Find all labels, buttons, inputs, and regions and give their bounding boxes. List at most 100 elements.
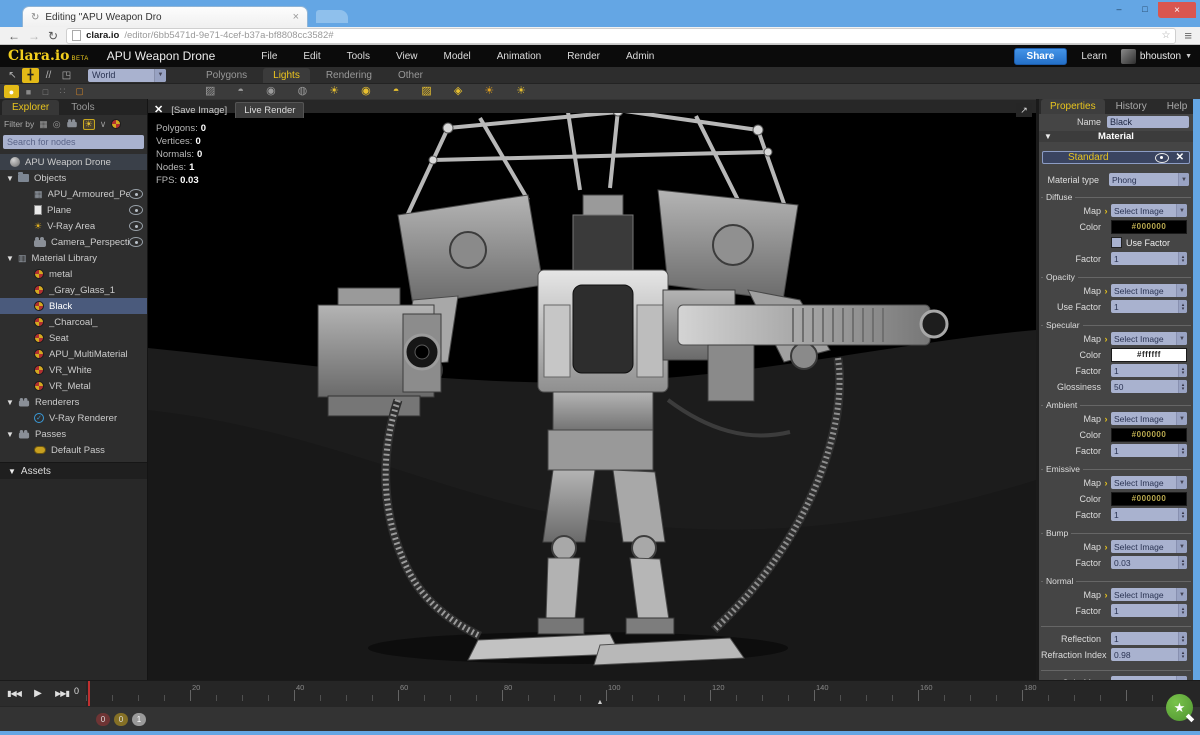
caret-down-icon[interactable]: ▼ xyxy=(6,254,18,263)
tree-item-renderers[interactable]: ▼Renderers xyxy=(0,394,147,410)
number-input-reflection[interactable]: 1▴▾ xyxy=(1111,632,1187,645)
sphere-light-icon[interactable]: ◉ xyxy=(361,86,371,97)
number-input-factor[interactable]: 1▴▾ xyxy=(1111,364,1187,377)
skip-to-end-button[interactable]: ▶▶▮ xyxy=(50,681,74,706)
eye-visibility-icon[interactable] xyxy=(129,205,143,215)
tree-item-vr-metal[interactable]: VR_Metal xyxy=(0,378,147,394)
expand-timeline-icon[interactable]: ▲ xyxy=(597,699,604,706)
select-material-type[interactable]: Phong▼ xyxy=(1109,173,1189,186)
menu-animation[interactable]: Animation xyxy=(497,51,541,62)
menu-file[interactable]: File xyxy=(261,51,277,62)
eye-visibility-icon[interactable] xyxy=(129,237,143,247)
color-swatch-000000[interactable]: #000000 xyxy=(1111,492,1187,506)
directional-light-icon[interactable]: ▨ xyxy=(421,86,431,97)
caret-down-icon[interactable]: ▼ xyxy=(6,398,18,407)
point-light-icon[interactable]: ◉ xyxy=(266,86,276,97)
tree-item-metal[interactable]: metal xyxy=(0,266,147,282)
live-render-tab[interactable]: Live Render xyxy=(235,102,304,118)
vertex-select-mode[interactable]: ∷ xyxy=(55,85,70,98)
tree-item-seat[interactable]: Seat xyxy=(0,330,147,346)
number-input-factor[interactable]: 0.03▴▾ xyxy=(1111,556,1187,569)
spinner-control[interactable]: ▴▾ xyxy=(1178,604,1187,617)
tab-close-icon[interactable]: × xyxy=(293,11,299,23)
color-swatch-ffffff[interactable]: #ffffff xyxy=(1111,348,1187,362)
bookmark-star-icon[interactable]: ☆ xyxy=(1161,30,1170,41)
menu-render[interactable]: Render xyxy=(567,51,600,62)
select-map[interactable]: Select Image▼ xyxy=(1111,284,1187,297)
material-section-header[interactable]: ▼ Material xyxy=(1039,131,1193,142)
tab-explorer[interactable]: Explorer xyxy=(2,100,59,115)
marquee-select-mode[interactable]: ▢ xyxy=(72,85,87,98)
standard-operator-bar[interactable]: Standard ✕ xyxy=(1042,151,1190,164)
spinner-down-icon[interactable]: ▾ xyxy=(1182,515,1185,519)
caret-down-icon[interactable]: ▼ xyxy=(6,174,18,183)
search-input[interactable] xyxy=(3,135,144,149)
filter-spline-icon[interactable]: ∨ xyxy=(100,120,107,129)
caret-down-icon[interactable]: ▼ xyxy=(6,430,18,439)
tree-item-apu-multimaterial[interactable]: APU_MultiMaterial xyxy=(0,346,147,362)
map-expand-arrow-icon[interactable]: › xyxy=(1101,286,1111,296)
tree-item-material-library[interactable]: ▼▥Material Library xyxy=(0,250,147,266)
menu-admin[interactable]: Admin xyxy=(626,51,654,62)
area-light-icon[interactable]: ◈ xyxy=(454,86,462,97)
spinner-down-icon[interactable]: ▾ xyxy=(1182,611,1185,615)
checkbox-use-factor[interactable] xyxy=(1111,237,1122,248)
color-swatch-000000[interactable]: #000000 xyxy=(1111,220,1187,234)
playhead[interactable] xyxy=(88,681,90,706)
spinner-down-icon[interactable]: ▾ xyxy=(1182,387,1185,391)
tab-history[interactable]: History xyxy=(1107,99,1156,114)
tab-properties[interactable]: Properties xyxy=(1041,99,1105,114)
status-badge-1[interactable]: 0 xyxy=(114,713,128,726)
timeline-ruler[interactable]: 20406080100120140160180 xyxy=(86,681,1200,706)
map-expand-arrow-icon[interactable]: › xyxy=(1101,334,1111,344)
filter-material-icon[interactable] xyxy=(111,119,121,129)
spinner-control[interactable]: ▴▾ xyxy=(1178,252,1187,265)
reload-button[interactable]: ↻ xyxy=(48,30,58,42)
number-input-factor[interactable]: 1▴▾ xyxy=(1111,604,1187,617)
tab-polygons[interactable]: Polygons xyxy=(196,68,257,83)
close-render-icon[interactable]: ✕ xyxy=(154,105,163,116)
spinner-control[interactable]: ▴▾ xyxy=(1178,556,1187,569)
menu-tools[interactable]: Tools xyxy=(347,51,370,62)
edge-select-mode[interactable]: □ xyxy=(38,85,53,98)
operator-visibility-icon[interactable] xyxy=(1155,153,1169,163)
address-bar[interactable]: clara.io /editor/6bb5471d-9e71-4cef-b37a… xyxy=(66,28,1176,44)
hemisphere-light-icon[interactable]: ◓ xyxy=(393,86,400,97)
tab-help[interactable]: Help xyxy=(1158,99,1197,114)
tree-item-apu-weapon-drone[interactable]: APU Weapon Drone xyxy=(0,154,147,170)
menu-edit[interactable]: Edit xyxy=(303,51,320,62)
map-expand-arrow-icon[interactable]: › xyxy=(1101,478,1111,488)
sun-light-icon[interactable]: ☀ xyxy=(484,86,494,97)
select-map[interactable]: Select Image▼ xyxy=(1111,332,1187,345)
number-input-glossiness[interactable]: 50▴▾ xyxy=(1111,380,1187,393)
scale-tool[interactable]: ◳ xyxy=(58,68,75,83)
spinner-control[interactable]: ▴▾ xyxy=(1178,632,1187,645)
tree-item-v-ray-renderer[interactable]: ✓V-Ray Renderer xyxy=(0,410,147,426)
filter-camera-icon[interactable] xyxy=(67,121,77,127)
eye-visibility-icon[interactable] xyxy=(129,221,143,231)
spinner-control[interactable]: ▴▾ xyxy=(1178,300,1187,313)
new-tab-button[interactable] xyxy=(316,10,348,23)
browser-tab[interactable]: ↻ Editing "APU Weapon Dro × xyxy=(22,6,308,27)
menu-view[interactable]: View xyxy=(396,51,418,62)
spinner-control[interactable]: ▴▾ xyxy=(1178,508,1187,521)
select-map[interactable]: Select Image▼ xyxy=(1111,588,1187,601)
name-field[interactable] xyxy=(1107,116,1189,128)
dome-light-icon[interactable]: ◓ xyxy=(237,86,244,97)
clara-logo[interactable]: Clara.io xyxy=(8,49,70,63)
number-input-factor[interactable]: 1▴▾ xyxy=(1111,508,1187,521)
spinner-down-icon[interactable]: ▾ xyxy=(1182,307,1185,311)
tree-item-gray-glass-1[interactable]: _Gray_Glass_1 xyxy=(0,282,147,298)
back-button[interactable]: ← xyxy=(8,30,20,42)
spinner-down-icon[interactable]: ▾ xyxy=(1182,451,1185,455)
maximize-button[interactable]: □ xyxy=(1132,2,1158,15)
status-badge-0[interactable]: 0 xyxy=(96,713,110,726)
spinner-down-icon[interactable]: ▾ xyxy=(1182,371,1185,375)
select-map[interactable]: Select Image▼ xyxy=(1111,204,1187,217)
tab-other[interactable]: Other xyxy=(388,68,433,83)
sky-light-icon[interactable]: ☀ xyxy=(516,86,526,97)
face-select-mode[interactable]: ■ xyxy=(21,85,36,98)
tree-item-camera-perspective3[interactable]: Camera_Perspective3 xyxy=(0,234,147,250)
learn-link[interactable]: Learn xyxy=(1081,51,1107,62)
filter-null-icon[interactable]: ◎ xyxy=(53,120,61,129)
